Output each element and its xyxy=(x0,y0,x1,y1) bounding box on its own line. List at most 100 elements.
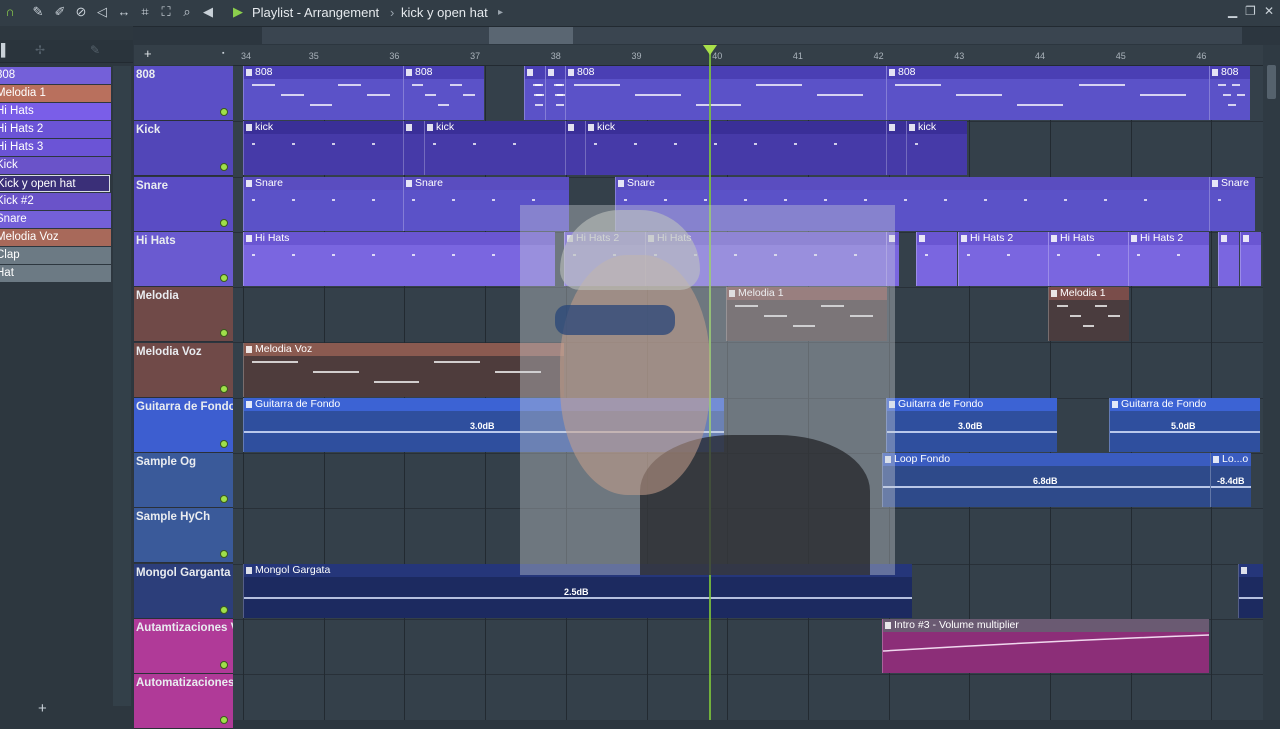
select-icon[interactable]: ⛶ xyxy=(158,4,174,20)
playback-icon[interactable]: ◀ xyxy=(200,4,216,20)
playlist-clip[interactable] xyxy=(916,231,957,286)
track-header[interactable]: Melodia xyxy=(134,287,233,343)
clip-title: 808 xyxy=(887,66,1209,79)
overview-scrollbar[interactable] xyxy=(262,27,1242,44)
track-enable-led[interactable] xyxy=(220,550,228,559)
picker-icon[interactable]: ▌ xyxy=(1,43,10,57)
vertical-scrollbar[interactable] xyxy=(1263,45,1280,720)
track-lane[interactable] xyxy=(233,674,1263,720)
playlist-clip[interactable]: Melodia 1 xyxy=(1048,287,1129,342)
maximize-icon[interactable]: ❐ xyxy=(1245,4,1256,18)
track-header[interactable]: Guitarra de Fondo xyxy=(134,397,236,453)
playlist-clip[interactable]: Guitarra de Fondo 3.0dB xyxy=(886,397,1057,452)
playlist-clip[interactable]: 808 xyxy=(243,66,404,120)
playlist-clip[interactable]: Snare xyxy=(243,176,404,231)
pattern-item[interactable]: Melodia 1 xyxy=(0,85,111,102)
track-enable-led[interactable] xyxy=(220,495,228,504)
delete-icon[interactable]: ⊘ xyxy=(73,4,89,20)
playlist-clip[interactable]: Loop Fondo 6.8dB xyxy=(882,453,1211,508)
minimize-icon[interactable]: ▁ xyxy=(1228,4,1237,18)
pattern-item[interactable]: Hi Hats 2 xyxy=(0,121,111,138)
pattern-item[interactable]: Hi Hats xyxy=(0,103,111,120)
close-icon[interactable]: ✕ xyxy=(1264,4,1274,18)
slip-icon[interactable]: ↔ xyxy=(116,4,132,20)
overview-thumb[interactable] xyxy=(489,27,573,44)
playlist-clip[interactable] xyxy=(1238,563,1263,618)
playlist-clip[interactable]: Melodia Voz xyxy=(243,342,564,397)
pattern-item[interactable]: Snare xyxy=(0,211,111,228)
track-enable-led[interactable] xyxy=(220,108,228,116)
playlist-clip[interactable]: kick xyxy=(243,121,404,176)
playlist-clip[interactable] xyxy=(565,121,586,176)
track-header[interactable]: Snare xyxy=(134,176,233,232)
pattern-item[interactable]: Melodia Voz xyxy=(0,229,111,246)
track-header[interactable]: Mongol Garganta xyxy=(134,563,233,619)
track-header[interactable]: Sample HyCh xyxy=(134,508,233,564)
add-pattern-button[interactable]: + xyxy=(38,700,47,717)
pencil-icon[interactable]: ✎ xyxy=(30,4,46,20)
track-enable-led[interactable] xyxy=(220,716,228,725)
timeline-ruler[interactable]: 34 35 36 37 38 39 40 41 42 43 44 45 46 xyxy=(233,45,1263,66)
vertical-scroll-thumb[interactable] xyxy=(1267,65,1276,99)
track-enable-led[interactable] xyxy=(220,605,228,614)
track-enable-led[interactable] xyxy=(220,384,228,393)
pattern-item[interactable]: Clap xyxy=(0,247,111,264)
track-header[interactable]: Sample Og xyxy=(134,453,233,509)
playlist-clip[interactable]: kick xyxy=(585,121,886,176)
track-header[interactable]: Autamtizaciones Vol xyxy=(134,619,248,674)
playlist-clip[interactable]: Hi Hats xyxy=(1048,231,1129,286)
slice-icon[interactable]: ⌗ xyxy=(137,4,153,20)
track-enable-led[interactable] xyxy=(220,218,228,227)
pattern-item[interactable]: Kick y open hat xyxy=(0,175,110,192)
track-enable-led[interactable] xyxy=(220,439,228,448)
clip-note xyxy=(634,143,637,146)
zoom-icon[interactable]: ⌕ xyxy=(179,4,195,20)
playlist-clip[interactable]: 808 xyxy=(886,66,1209,120)
pattern-selector[interactable]: kick y open hat xyxy=(401,5,488,20)
playlist-clip[interactable]: kick xyxy=(906,121,967,176)
playlist-clip[interactable]: Hi Hats 2 xyxy=(1128,231,1209,286)
playlist-clip[interactable]: Guitarra de Fondo 5.0dB xyxy=(1109,397,1260,452)
playlist-clip[interactable] xyxy=(524,66,545,120)
pattern-item[interactable]: Hat xyxy=(0,265,111,282)
add-track-icon[interactable]: + xyxy=(144,46,152,61)
track-header[interactable]: Automatizaciones xyxy=(134,674,234,729)
track-enable-led[interactable] xyxy=(220,329,228,338)
playlist-clip[interactable]: 808 xyxy=(1209,66,1250,120)
playlist-clip[interactable]: 808 xyxy=(565,66,886,120)
magnet-icon[interactable]: ∩ xyxy=(2,4,18,20)
clip-note xyxy=(536,94,545,96)
playlist-clip[interactable] xyxy=(886,121,907,176)
playlist-clip[interactable] xyxy=(1240,231,1261,286)
track-enable-led[interactable] xyxy=(220,273,228,282)
playlist-clip[interactable]: Lo...o -8.4dB xyxy=(1210,453,1251,508)
pattern-item[interactable]: Hi Hats 3 xyxy=(0,139,111,156)
playlist-clip[interactable]: 808 xyxy=(403,66,484,120)
pattern-item[interactable]: Kick #2 xyxy=(0,193,111,210)
playlist-clip[interactable]: Hi Hats xyxy=(243,231,555,286)
playlist-clip[interactable]: Snare xyxy=(1209,176,1255,231)
clip-note xyxy=(312,370,359,373)
track-enable-led[interactable] xyxy=(220,661,228,669)
playlist-clip[interactable]: Hi Hats 2 xyxy=(958,231,1049,286)
track-enable-led[interactable] xyxy=(220,163,228,172)
playlist-clip[interactable] xyxy=(545,66,566,120)
pattern-item[interactable]: 808 xyxy=(0,67,111,84)
pat-toggle-icon[interactable]: ▪ xyxy=(222,50,224,57)
track-header[interactable]: Melodia Voz xyxy=(134,342,233,398)
track-header[interactable]: 808 xyxy=(134,66,233,121)
pattern-dropdown-icon[interactable]: ▸ xyxy=(498,7,503,18)
brush-icon[interactable]: ✐ xyxy=(52,4,68,20)
mute-icon[interactable]: ◁ xyxy=(94,4,110,20)
track-header[interactable]: Hi Hats xyxy=(134,231,233,287)
playhead-marker[interactable] xyxy=(703,45,717,55)
clip-title xyxy=(546,66,566,79)
track-header[interactable]: Kick xyxy=(134,121,233,177)
pattern-item[interactable]: Kick xyxy=(0,157,111,174)
playlist-clip[interactable]: kick xyxy=(424,121,565,176)
clip-title: kick xyxy=(907,121,967,135)
playlist-clip[interactable]: Intro #3 - Volume multiplier xyxy=(882,619,1209,673)
picker-scrollbar[interactable] xyxy=(113,66,131,706)
playlist-clip[interactable] xyxy=(1218,231,1239,286)
playlist-clip[interactable] xyxy=(403,121,424,176)
